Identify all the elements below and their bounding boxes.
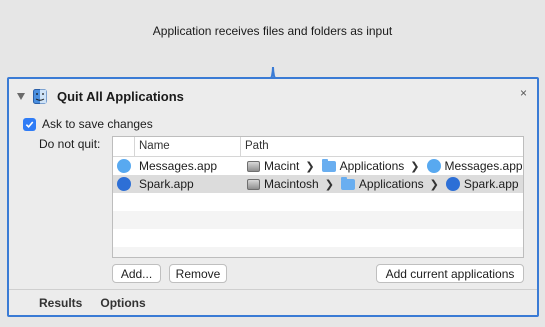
path-segment: Applications [339,159,405,173]
action-tabs: Results Options [9,289,537,315]
name-column-header[interactable]: Name [135,137,241,156]
ask-to-save-checkbox[interactable]: Ask to save changes [23,117,153,131]
path-separator-icon: ❯ [429,178,439,191]
table-row-selected[interactable]: Spark.app Macintosh ❯ Applications ❯ Spa… [113,175,523,193]
empty-row [113,193,523,211]
action-card: Quit All Applications × Ask to save chan… [7,77,539,317]
path-segment: Applications [358,177,424,191]
app-path: Macintosh ❯ Applications ❯ Spark.app [241,177,523,191]
messages-icon [117,159,131,173]
add-current-applications-button[interactable]: Add current applications [376,264,524,283]
path-separator-icon: ❯ [305,160,315,173]
input-header: Application receives files and folders a… [0,0,545,64]
remove-button[interactable]: Remove [169,264,227,283]
do-not-quit-label: Do not quit: [39,137,101,151]
table-header: Name Path [113,137,523,157]
icon-column-header[interactable] [113,137,135,156]
disclosure-triangle-icon[interactable] [17,93,25,100]
spark-icon [445,177,460,191]
messages-icon [426,159,441,173]
path-segment: Macintosh [264,177,319,191]
folder-icon [321,159,336,172]
app-name: Messages.app [139,159,218,173]
empty-row [113,211,523,229]
path-segment: Messages.app [444,159,523,173]
action-title: Quit All Applications [57,88,184,104]
add-button[interactable]: Add... [112,264,161,283]
path-column-header[interactable]: Path [241,137,523,156]
path-segment: Spark.app [463,177,519,191]
empty-row [113,247,523,257]
path-separator-icon: ❯ [410,160,420,173]
spark-icon [117,177,131,191]
path-separator-icon: ❯ [324,178,334,191]
exclusion-table[interactable]: Name Path Messages.app Macint ❯ Applicat… [112,136,524,258]
empty-row [113,229,523,247]
path-segment: Macint [264,159,300,173]
table-row[interactable]: Messages.app Macint ❯ Applications ❯ Mes… [113,157,523,175]
hard-drive-icon [247,178,260,190]
close-action-button[interactable]: × [520,86,527,100]
ask-to-save-label: Ask to save changes [42,117,153,131]
app-path: Macint ❯ Applications ❯ Messages.app [241,159,523,173]
folder-icon [340,177,355,190]
hard-drive-icon [247,160,260,172]
tab-results[interactable]: Results [39,296,82,310]
checkbox-checked-icon[interactable] [23,117,36,131]
finder-icon [33,88,47,104]
input-description: Application receives files and folders a… [152,24,393,38]
tab-options[interactable]: Options [100,296,145,310]
app-name: Spark.app [139,177,194,191]
action-title-row: Quit All Applications [17,87,184,105]
